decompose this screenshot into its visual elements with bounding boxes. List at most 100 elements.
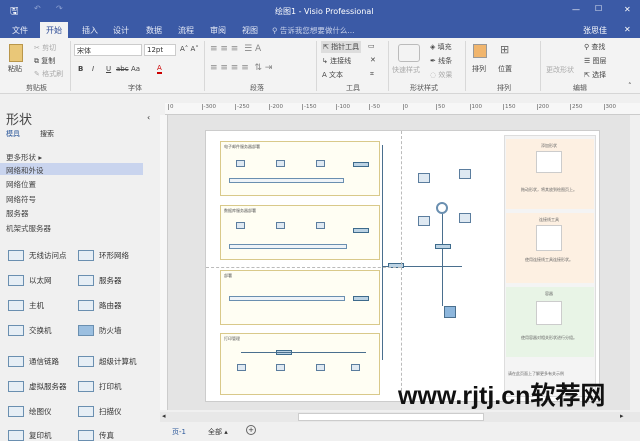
shape-printer[interactable]: 打印机 xyxy=(78,381,122,392)
stencil-item[interactable]: 网络位置 xyxy=(6,179,36,190)
container-print[interactable]: 打印管理 xyxy=(220,333,380,395)
format-painter-button[interactable]: ✎ 格式刷 xyxy=(34,69,63,79)
cut-button[interactable]: ✂ 剪切 xyxy=(34,43,56,53)
printer-icon xyxy=(78,381,94,392)
shape-ring-network[interactable]: 环形网络 xyxy=(78,250,129,261)
grow-font-icon[interactable]: A˄ A˅ xyxy=(180,45,199,53)
shape-virtual-server[interactable]: 虚拟服务器 xyxy=(8,381,67,392)
tip-title: 添加形状 xyxy=(541,143,557,148)
tell-me-text: 告诉我您想要做什么... xyxy=(279,26,355,35)
maximize-button[interactable]: ☐ xyxy=(595,4,602,13)
change-case-button[interactable]: Aa xyxy=(131,65,140,73)
container-database[interactable]: 数据库服务器部署 xyxy=(220,205,380,260)
drawing-page[interactable]: 电子邮件服务器部署 数据库服务器部署 部署 打印管理 添加形状 拖动形状，将其放… xyxy=(205,130,600,402)
tab-stencils[interactable]: 模具 xyxy=(6,129,20,139)
scroll-right-icon[interactable]: ▸ xyxy=(620,412,624,420)
shape-wireless-access-point[interactable]: 无线访问点 xyxy=(8,250,67,261)
strikethrough-button[interactable]: abc xyxy=(116,65,129,73)
shape-ethernet[interactable]: 以太网 xyxy=(8,275,52,286)
shape-copier[interactable]: 复印机 xyxy=(8,430,52,441)
stencil-item[interactable]: 网络符号 xyxy=(6,194,36,205)
minimize-button[interactable]: — xyxy=(572,5,580,14)
quick-styles-icon[interactable] xyxy=(398,44,420,62)
position-button[interactable]: 位置 xyxy=(498,64,512,74)
redo-icon[interactable]: ↷ xyxy=(56,4,63,13)
effects-button[interactable]: ◌ 效果 xyxy=(430,70,452,80)
font-name-select[interactable]: 宋体 xyxy=(74,44,142,56)
change-shape-button[interactable]: 更改形状 xyxy=(546,65,574,75)
shape-plotter[interactable]: 绘图仪 xyxy=(8,406,52,417)
select-button[interactable]: ⇱ 选择 xyxy=(584,70,606,80)
mainframe-icon xyxy=(8,300,24,311)
shape-comm-link[interactable]: 通信链路 xyxy=(8,356,59,367)
text-tool-button[interactable]: A 文本 xyxy=(322,70,343,80)
shape-supercomputer[interactable]: 超级计算机 xyxy=(78,356,137,367)
pointer-tool-label: 指针工具 xyxy=(331,43,360,51)
shape-server[interactable]: 服务器 xyxy=(78,275,122,286)
comm-link-icon xyxy=(8,356,24,367)
shape-scanner[interactable]: 扫描仪 xyxy=(78,406,122,417)
paste-button[interactable]: 粘贴 xyxy=(8,64,22,74)
collapse-panel-icon[interactable]: ‹ xyxy=(147,113,150,122)
stencil-item[interactable]: 网络和外设 xyxy=(6,165,44,176)
close-tool-icon[interactable]: ✕ xyxy=(370,56,376,64)
stencil-item[interactable]: 机架式服务器 xyxy=(6,223,51,234)
fill-button[interactable]: ◈ 填充 xyxy=(430,42,452,52)
stencil-item[interactable]: 服务器 xyxy=(6,208,29,219)
arrange-button[interactable]: 排列 xyxy=(472,64,486,74)
font-color-button[interactable]: A xyxy=(157,64,162,74)
shape-label: 传真 xyxy=(99,431,114,440)
add-page-button[interactable]: + xyxy=(246,425,256,435)
quick-styles-button[interactable]: 快速样式 xyxy=(392,65,420,75)
horizontal-scrollbar[interactable]: ◂ ▸ xyxy=(160,412,640,422)
arrange-icon[interactable] xyxy=(473,44,487,58)
font-size-select[interactable]: 12pt xyxy=(144,44,176,56)
tab-file[interactable]: 文件 xyxy=(6,24,34,37)
watermark: www.rjtj.cn软荐网 xyxy=(398,382,606,410)
save-icon[interactable]: 🖫 xyxy=(10,4,19,21)
tell-me-search[interactable]: ⚲ 告诉我您想要做什么... xyxy=(272,25,355,36)
rectangle-tool-icon[interactable]: ▭ xyxy=(368,42,375,50)
tab-home[interactable]: 开始 xyxy=(40,22,68,38)
close-button[interactable]: ✕ xyxy=(624,5,631,14)
shape-mainframe[interactable]: 主机 xyxy=(8,300,44,311)
shape-fax[interactable]: 传真 xyxy=(78,430,114,441)
page-tabs-bar: 页-1 全部 ▴ + xyxy=(160,424,640,438)
align-icons[interactable]: ≡ ≡ ≡ ☰ A xyxy=(210,44,261,54)
tab-design[interactable]: 设计 xyxy=(107,24,135,37)
line-button[interactable]: ✒ 线条 xyxy=(430,56,452,66)
scrollbar-thumb[interactable] xyxy=(298,413,484,421)
crop-tool-icon[interactable]: ⌗ xyxy=(370,70,374,79)
scroll-left-icon[interactable]: ◂ xyxy=(162,412,166,420)
undo-icon[interactable]: ↶ xyxy=(34,4,41,13)
layers-button[interactable]: ☰ 图层 xyxy=(584,56,607,66)
paragraph-align-icons[interactable]: ≡ ≡ ≡ ≡ ⇅ ⇥ xyxy=(210,63,272,73)
shape-router[interactable]: 路由器 xyxy=(78,300,122,311)
underline-button[interactable]: U xyxy=(106,65,111,73)
all-pages-tab[interactable]: 全部 ▴ xyxy=(208,427,228,437)
italic-button[interactable]: I xyxy=(92,65,94,73)
tab-insert[interactable]: 插入 xyxy=(76,24,104,37)
tab-data[interactable]: 数据 xyxy=(140,24,168,37)
collapse-ribbon-icon[interactable]: ˄ xyxy=(628,82,632,90)
bold-button[interactable]: B xyxy=(78,65,83,73)
connector-button[interactable]: ↳ 连接线 xyxy=(322,56,351,66)
wireless-icon xyxy=(8,250,24,261)
tab-search[interactable]: 搜索 xyxy=(40,129,54,139)
more-shapes-menu[interactable]: 更多形状 ▸ xyxy=(6,152,42,163)
user-name[interactable]: 张思佳 xyxy=(583,25,607,36)
position-icon[interactable]: ⊞ xyxy=(500,43,509,56)
container-email[interactable]: 电子邮件服务器部署 xyxy=(220,141,380,196)
page-tab-1[interactable]: 页-1 xyxy=(172,427,186,437)
ribbon-close-button[interactable]: ✕ xyxy=(624,25,631,34)
tab-view[interactable]: 视图 xyxy=(236,24,264,37)
paste-icon[interactable] xyxy=(9,44,23,62)
container-deploy[interactable]: 部署 xyxy=(220,270,380,325)
pointer-tool-button[interactable]: ⇱ 指针工具 xyxy=(321,41,362,53)
copy-button[interactable]: ⧉ 复制 xyxy=(34,56,55,66)
tab-process[interactable]: 流程 xyxy=(172,24,200,37)
find-button[interactable]: ⚲ 查找 xyxy=(584,42,605,52)
shape-switch[interactable]: 交换机 xyxy=(8,325,52,336)
shape-firewall[interactable]: 防火墙 xyxy=(78,325,122,336)
tab-review[interactable]: 审阅 xyxy=(204,24,232,37)
